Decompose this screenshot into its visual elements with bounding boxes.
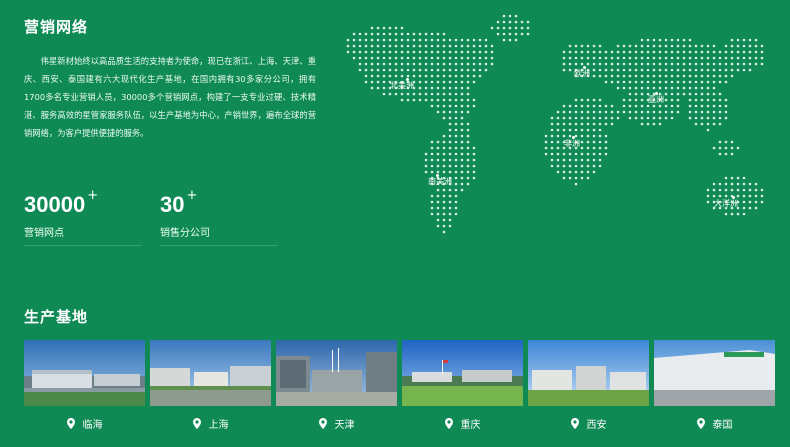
- stat-outlets: 30000 + 营销网点: [24, 188, 144, 246]
- base-caption: 西安: [528, 406, 649, 440]
- network-intro: 伟星新材始终以高品质生活的支持者为使命，现已在浙江、上海、天津、重庆、西安、泰国…: [24, 56, 316, 138]
- stat-suffix: +: [87, 188, 99, 203]
- stat-value: 30000: [24, 192, 86, 217]
- base-caption: 泰国: [654, 406, 775, 440]
- stat-label: 营销网点: [24, 228, 64, 239]
- label-oceania: 大洋洲: [714, 199, 738, 208]
- network-title: 营销网络: [24, 18, 89, 36]
- stat-label: 销售分公司: [160, 228, 210, 239]
- label-asia: 亚洲: [648, 95, 664, 104]
- base-photo: [276, 340, 397, 406]
- location-pin-icon: [66, 417, 75, 429]
- stat-value: 30: [160, 192, 185, 217]
- base-card-tianjin[interactable]: 天津: [276, 340, 397, 440]
- base-name: 重庆: [460, 419, 481, 431]
- world-map: 北美洲 欧洲 亚洲 非洲 南美洲 大洋洲: [326, 6, 786, 250]
- stat-suffix: +: [186, 188, 198, 203]
- base-caption: 上海: [150, 406, 271, 440]
- label-europe: 欧洲: [574, 69, 590, 78]
- base-photo: [528, 340, 649, 406]
- location-pin-icon: [570, 417, 579, 429]
- stat-divider: [24, 245, 142, 246]
- base-name: 西安: [586, 419, 607, 431]
- base-card-thailand[interactable]: 泰国: [654, 340, 775, 440]
- label-africa: 非洲: [564, 139, 580, 148]
- label-south-america: 南美洲: [428, 177, 452, 186]
- location-pin-icon: [318, 417, 327, 429]
- base-photo: [654, 340, 775, 406]
- production-bases: 临海 上海 天津 重庆 西安 泰国: [24, 340, 780, 440]
- base-name: 泰国: [712, 419, 733, 431]
- location-pin-icon: [192, 417, 201, 429]
- base-photo: [402, 340, 523, 406]
- base-caption: 天津: [276, 406, 397, 440]
- base-name: 临海: [82, 419, 103, 431]
- base-card-xian[interactable]: 西安: [528, 340, 649, 440]
- base-card-shanghai[interactable]: 上海: [150, 340, 271, 440]
- label-north-america: 北美洲: [390, 81, 414, 90]
- base-name: 天津: [334, 419, 355, 431]
- base-card-chongqing[interactable]: 重庆: [402, 340, 523, 440]
- location-pin-icon: [696, 417, 705, 429]
- location-pin-icon: [444, 417, 453, 429]
- base-photo: [150, 340, 271, 406]
- stat-branches: 30 + 销售分公司: [160, 188, 280, 246]
- world-map-dots: [346, 14, 764, 234]
- base-card-linhai[interactable]: 临海: [24, 340, 145, 440]
- base-photo: [24, 340, 145, 406]
- base-caption: 重庆: [402, 406, 523, 440]
- base-caption: 临海: [24, 406, 145, 440]
- production-title: 生产基地: [24, 308, 89, 326]
- base-name: 上海: [208, 419, 229, 431]
- stat-divider: [160, 245, 278, 246]
